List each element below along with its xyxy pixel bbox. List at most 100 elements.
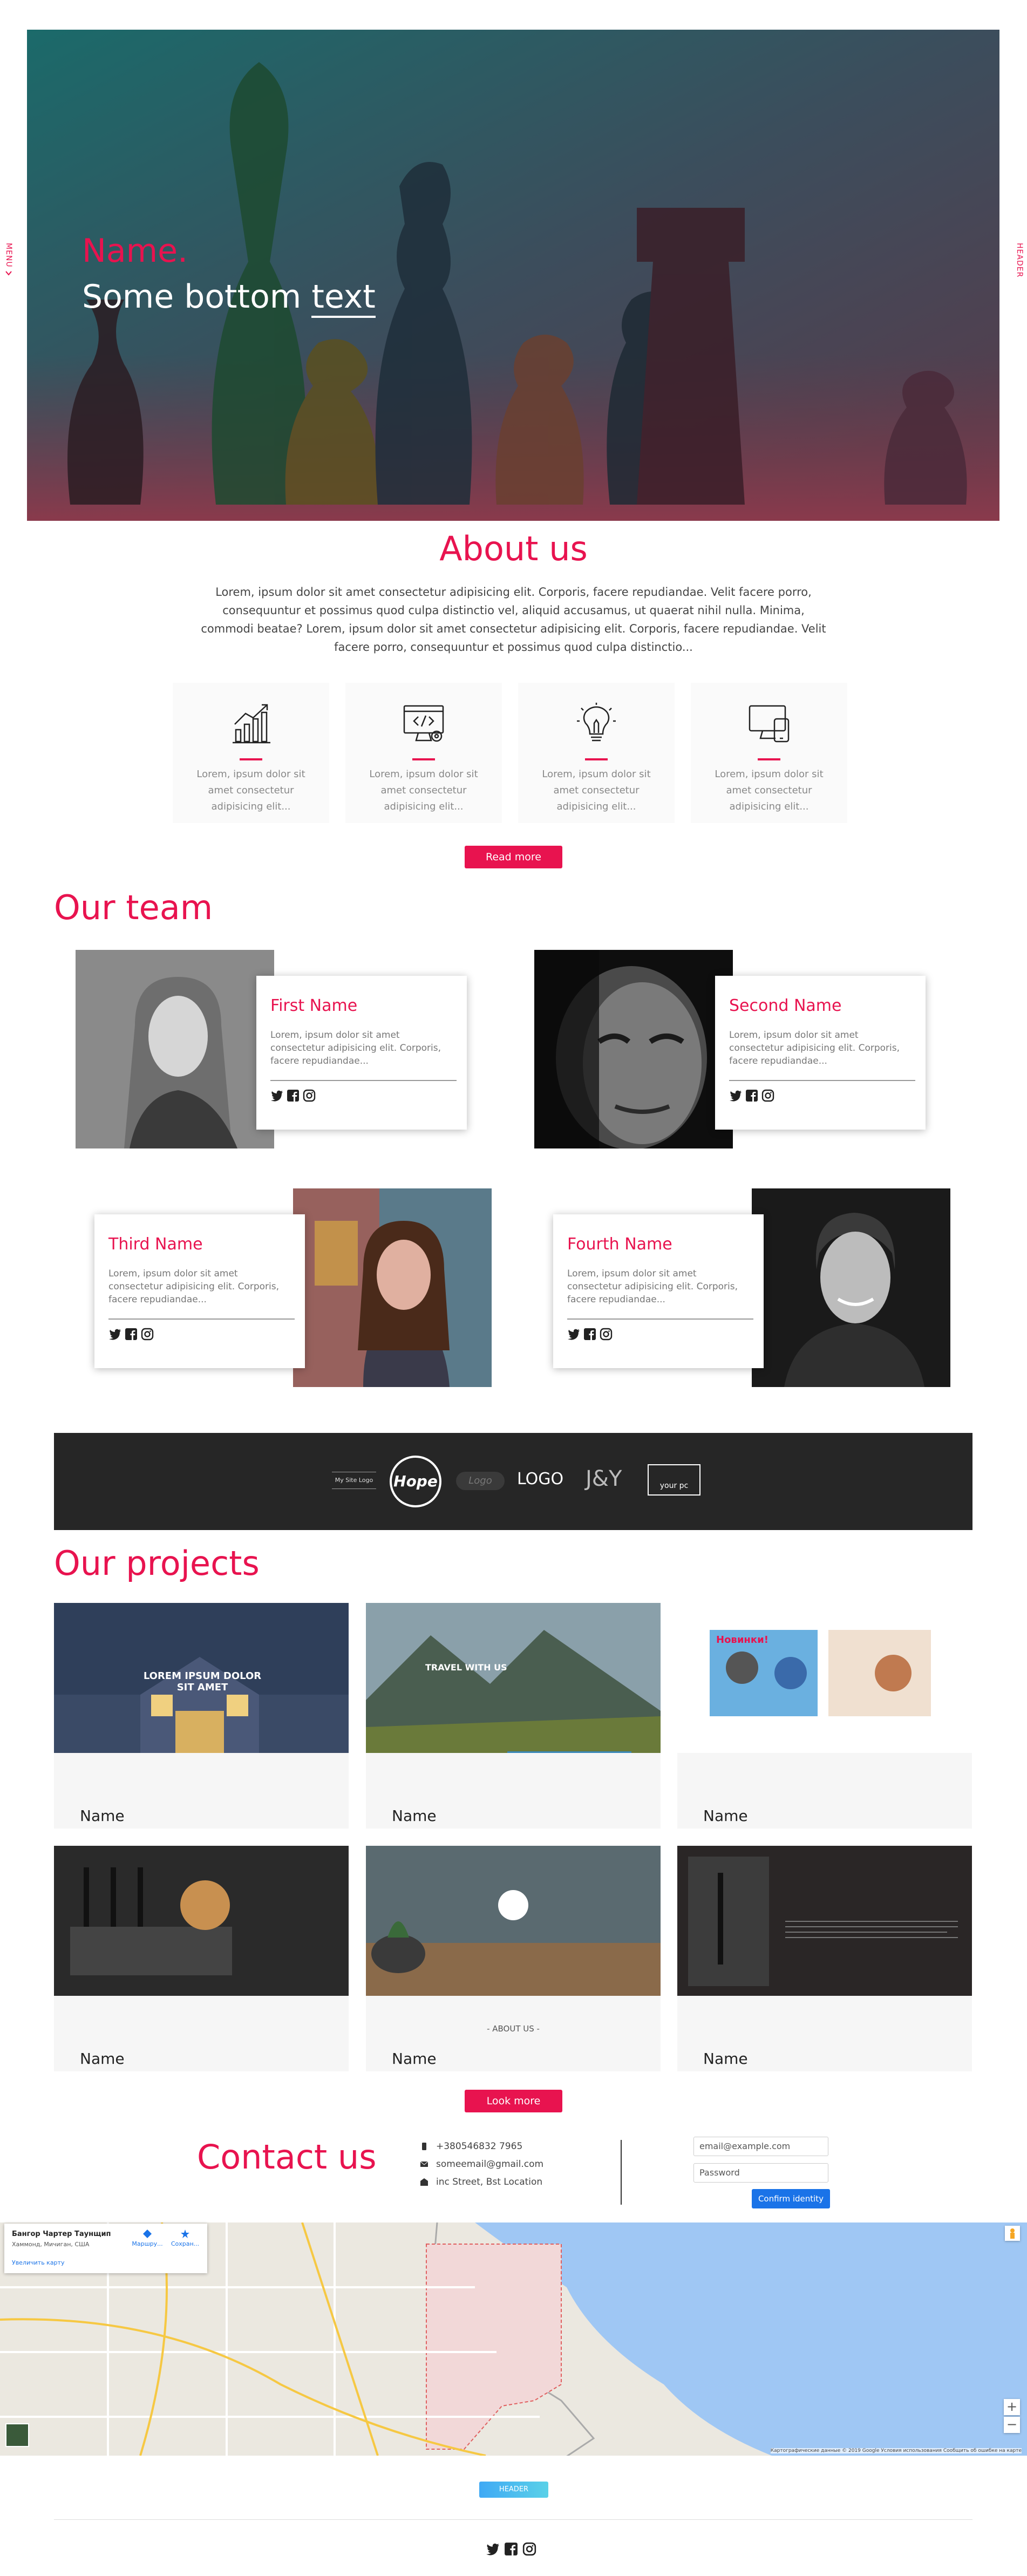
twitter-icon[interactable] [567, 1328, 580, 1341]
partner-logo: LOGO [517, 1470, 564, 1488]
partner-logo: J&Y [586, 1466, 622, 1491]
confirm-identity-button[interactable]: Confirm identity [752, 2189, 830, 2208]
look-more-button[interactable]: Look more [465, 2090, 562, 2112]
twitter-icon[interactable] [108, 1328, 121, 1341]
member-photo [293, 1188, 492, 1387]
project-name: Name [80, 1807, 125, 1825]
partner-logos-strip: My Site Logo Hope Logo LOGO J&Y your pc [54, 1433, 972, 1530]
devices-icon [749, 705, 790, 743]
twitter-icon[interactable] [729, 1089, 742, 1102]
instagram-icon[interactable] [761, 1089, 774, 1102]
project-screenshot [677, 1603, 972, 1753]
project-screenshot [366, 1603, 661, 1753]
card-accent-bar [585, 758, 608, 760]
project-screenshot [366, 1846, 661, 1996]
place-subtitle: Хаммонд, Мичиган, США [12, 2241, 90, 2248]
header-scroll-button[interactable]: HEADER [479, 2482, 548, 2498]
header-side-label[interactable]: HEADER [1015, 243, 1024, 277]
team-title: Our team [54, 888, 213, 927]
member-photo [534, 950, 733, 1148]
project-name: Name [703, 1807, 748, 1825]
facebook-icon[interactable] [504, 2542, 518, 2558]
footer-social [486, 2542, 536, 2558]
project-name: Name [80, 2050, 125, 2068]
project-card[interactable]: Name [54, 1846, 349, 2071]
project-caption: Новинки! [716, 1634, 768, 1646]
project-caption: LOREM IPSUM DOLOR SIT AMET [143, 1670, 262, 1693]
star-icon [181, 2230, 189, 2238]
mail-icon [420, 2161, 429, 2167]
hero-subtitle: Some bottom text [82, 278, 376, 318]
project-screenshot [677, 1846, 972, 1996]
place-title: Бангор Чартер Таунщип [12, 2230, 111, 2238]
member-card: First Name Lorem, ipsum dolor sit amet c… [256, 976, 467, 1130]
menu-side-label[interactable]: MENU [4, 243, 13, 268]
member-card: Second Name Lorem, ipsum dolor sit amet … [715, 976, 926, 1130]
facebook-icon[interactable] [745, 1089, 758, 1102]
email-field[interactable]: email@example.com [693, 2137, 828, 2156]
card-accent-bar [412, 758, 435, 760]
member-photo [76, 950, 274, 1148]
facebook-icon[interactable] [125, 1328, 138, 1341]
projects-title: Our projects [54, 1544, 260, 1583]
contact-address: inc Street, Bst Location [420, 2177, 542, 2187]
instagram-icon[interactable] [141, 1328, 154, 1341]
facebook-icon[interactable] [583, 1328, 596, 1341]
contact-email[interactable]: someemail@gmail.com [420, 2159, 543, 2170]
project-caption: TRAVEL WITH US [425, 1662, 507, 1673]
instagram-icon[interactable] [600, 1328, 613, 1341]
login-form: email@example.com Password Confirm ident… [685, 2135, 839, 2215]
satellite-toggle[interactable] [5, 2423, 29, 2447]
partner-logo: your pc [648, 1464, 700, 1496]
member-photo [752, 1188, 950, 1387]
instagram-icon[interactable] [303, 1089, 316, 1102]
member-card: Fourth Name Lorem, ipsum dolor sit amet … [553, 1214, 764, 1368]
partner-logo: Logo [456, 1472, 505, 1490]
card-accent-bar [240, 758, 262, 760]
partner-logo: My Site Logo [332, 1472, 376, 1489]
project-card[interactable]: - ABOUT US - Name [366, 1846, 661, 2071]
contact-title: Contact us [197, 2137, 377, 2177]
zoom-out-button[interactable]: − [1004, 2417, 1020, 2433]
project-card[interactable]: Новинки! Name [677, 1603, 972, 1829]
directions-icon [143, 2230, 152, 2238]
save-place-button[interactable]: Сохран... [169, 2229, 201, 2247]
twitter-icon[interactable] [486, 2542, 500, 2558]
project-card[interactable]: LOREM IPSUM DOLOR SIT AMET Name [54, 1603, 349, 1829]
directions-button[interactable]: Маршру... [131, 2229, 164, 2247]
enlarge-map-link[interactable]: Увеличить карту [12, 2259, 64, 2266]
hero-name: Name. [82, 232, 188, 270]
growth-chart-icon [233, 704, 270, 744]
partner-logo: Hope [390, 1456, 441, 1507]
contact-divider [621, 2140, 622, 2205]
facebook-icon[interactable] [287, 1089, 300, 1102]
project-name: Name [392, 2050, 437, 2068]
feature-card: Lorem, ipsum dolor sit amet consectetur … [518, 683, 675, 823]
twitter-icon[interactable] [270, 1089, 283, 1102]
feature-card: Lorem, ipsum dolor sit amet consectetur … [173, 683, 329, 823]
project-screenshot [54, 1846, 349, 1996]
password-field[interactable]: Password [693, 2163, 828, 2183]
map-place-card: Бангор Чартер Таунщип Хаммонд, Мичиган, … [4, 2224, 207, 2273]
about-title: About us [439, 529, 588, 568]
project-name: Name [392, 1807, 437, 1825]
member-card: Third Name Lorem, ipsum dolor sit amet c… [94, 1214, 305, 1368]
hero-banner: Name. Some bottom text [27, 30, 999, 521]
feature-card: Lorem, ipsum dolor sit amet consectetur … [345, 683, 502, 823]
about-text: Lorem, ipsum dolor sit amet consectetur … [201, 586, 826, 654]
zoom-in-button[interactable]: + [1004, 2399, 1020, 2415]
pegman-icon[interactable] [1005, 2226, 1020, 2241]
building-icon [420, 2178, 428, 2186]
instagram-icon[interactable] [522, 2542, 536, 2558]
chess-background-image [27, 30, 999, 521]
footer-divider [54, 2519, 972, 2520]
menu-chevron-icon[interactable] [5, 269, 12, 276]
code-monitor-icon [403, 705, 444, 742]
project-card[interactable]: TRAVEL WITH US Name [366, 1603, 661, 1829]
feature-card: Lorem, ipsum dolor sit amet consectetur … [691, 683, 847, 823]
phone-icon [422, 2143, 426, 2150]
project-card[interactable]: Name [677, 1846, 972, 2071]
read-more-button[interactable]: Read more [465, 846, 562, 868]
contact-phone: +380546832 7965 [420, 2141, 522, 2152]
project-name: Name [703, 2050, 748, 2068]
